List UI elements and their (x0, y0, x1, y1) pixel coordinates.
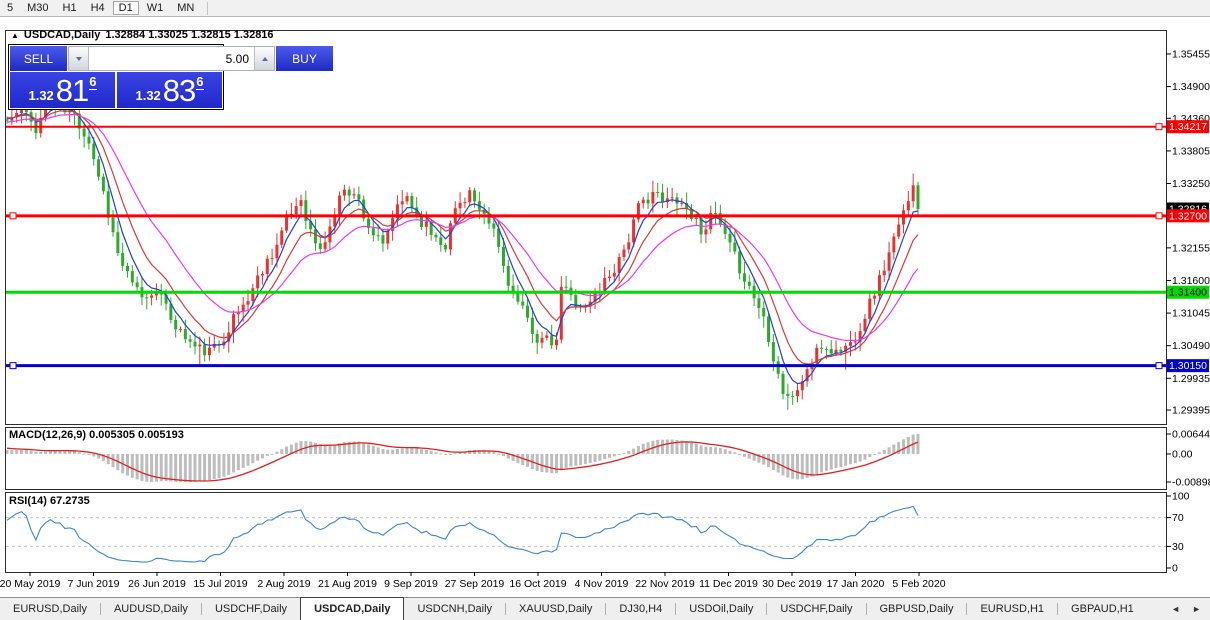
date-axis-label: 5 Feb 2020 (892, 578, 945, 590)
tab-5-XAUUSD-Daily[interactable]: XAUUSD,Daily (506, 598, 605, 620)
buy-button[interactable]: BUY (276, 46, 333, 71)
tab-4-USDCNH-Daily[interactable]: USDCNH,Daily (404, 598, 505, 620)
line-price-badge: 1.30150 (1169, 360, 1207, 372)
chart-title: ▲ USDCAD,Daily 1.32884 1.33025 1.32815 1… (11, 29, 274, 41)
sell-price-pipette: 6 (89, 75, 96, 90)
price-axis-label: 1.33805 (1172, 145, 1210, 157)
price-axis-label: 1.29935 (1172, 373, 1210, 385)
price-axis-label: 1.30490 (1172, 340, 1210, 352)
date-axis-label: 4 Nov 2019 (575, 578, 629, 590)
date-axis-label: 27 Sep 2019 (445, 578, 505, 590)
price-axis-label: 1.33250 (1172, 178, 1210, 190)
sell-price-display[interactable]: 1.32 81 6 (10, 72, 115, 108)
line-price-badge: 1.34217 (1169, 121, 1207, 133)
date-axis-label: 20 May 2019 (0, 578, 61, 590)
tab-6-DJ30-H4[interactable]: DJ30,H4 (606, 598, 675, 620)
buy-price-prefix: 1.32 (135, 88, 160, 103)
line-handle[interactable] (10, 213, 16, 219)
price-axis-label: 1.29395 (1172, 405, 1210, 417)
date-axis-label: 16 Oct 2019 (509, 578, 566, 590)
rsi-label: RSI(14) 67.2735 (9, 495, 90, 507)
date-axis-label: 22 Nov 2019 (635, 578, 695, 590)
timeframe-button-H4[interactable]: H4 (85, 1, 111, 15)
toolbar-separator (207, 2, 208, 15)
chart-tabs-bar: EURUSD,DailyAUDUSD,DailyUSDCHF,DailyUSDC… (0, 597, 1210, 620)
rsi-axis-label: 30 (1172, 541, 1184, 553)
line-handle[interactable] (10, 363, 16, 369)
sell-price-prefix: 1.32 (28, 88, 53, 103)
date-axis-label: 21 Aug 2019 (318, 578, 377, 590)
macd-axis-label: 0.00 (1172, 448, 1193, 460)
line-handle[interactable] (1156, 213, 1162, 219)
tab-scroll-nav: ◄► (1171, 598, 1210, 620)
line-handle[interactable] (1156, 124, 1162, 130)
tab-2-USDCHF-Daily[interactable]: USDCHF,Daily (202, 598, 300, 620)
date-axis-label: 2 Aug 2019 (257, 578, 310, 590)
one-click-trading-panel: SELL BUY 1.32 81 6 1.32 83 6 (8, 44, 224, 110)
date-axis-label: 7 Jun 2019 (68, 578, 120, 590)
timeframe-button-D1[interactable]: D1 (113, 1, 139, 15)
line-price-badge: 1.31400 (1169, 287, 1207, 299)
timeframe-button-W1[interactable]: W1 (141, 1, 170, 15)
arrow-down-icon (76, 57, 82, 61)
date-axis-label: 17 Jan 2020 (827, 578, 885, 590)
volume-field-group (68, 46, 275, 71)
date-axis-label: 26 Jun 2019 (128, 578, 186, 590)
price-axis-label: 1.31600 (1172, 275, 1210, 287)
rsi-axis-label: 0 (1172, 563, 1178, 575)
tab-3-USDCAD-Daily[interactable]: USDCAD,Daily (300, 597, 404, 620)
chart-ohlc-values: 1.32884 1.33025 1.32815 1.32816 (105, 29, 273, 41)
tab-0-EURUSD-Daily[interactable]: EURUSD,Daily (0, 598, 100, 620)
tab-9-GBPUSD-Daily[interactable]: GBPUSD,Daily (867, 598, 967, 620)
chart-symbol-label: USDCAD,Daily (24, 29, 100, 41)
sell-price-big: 81 (56, 75, 88, 106)
tab-10-EURUSD-H1[interactable]: EURUSD,H1 (967, 598, 1057, 620)
macd-axis[interactable]: 0.006448 0.00 -0.008982 (1166, 429, 1210, 489)
line-handle[interactable] (1156, 363, 1162, 369)
buy-price-big: 83 (163, 75, 195, 106)
macd-axis-label: -0.008982 (1172, 477, 1210, 489)
sell-button[interactable]: SELL (10, 46, 67, 71)
tab-8-USDCHF-Daily[interactable]: USDCHF,Daily (767, 598, 865, 620)
timeframe-button-M30[interactable]: M30 (21, 1, 54, 15)
timeframe-toolbar: 5M30H1H4D1W1MN (0, 0, 1210, 17)
tab-1-AUDUSD-Daily[interactable]: AUDUSD,Daily (101, 598, 201, 620)
price-axis-label: 1.31045 (1172, 308, 1210, 320)
macd-label: MACD(12,26,9) 0.005305 0.005193 (9, 429, 184, 441)
arrow-up-icon (262, 57, 268, 61)
tab-scroll-right-icon[interactable]: ► (1192, 604, 1201, 614)
rsi-axis-label: 70 (1172, 512, 1184, 524)
volume-input[interactable] (89, 47, 254, 70)
macd-axis-label: 0.006448 (1172, 429, 1210, 441)
rsi-axis-label: 100 (1172, 491, 1190, 503)
timeframe-button-5[interactable]: 5 (1, 1, 19, 15)
volume-decrease-button[interactable] (69, 47, 89, 70)
tab-7-USDOil-Daily[interactable]: USDOil,Daily (676, 598, 766, 620)
buy-price-display[interactable]: 1.32 83 6 (117, 72, 222, 108)
timeframe-button-MN[interactable]: MN (171, 1, 200, 15)
buy-price-pipette: 6 (196, 75, 203, 90)
line-price-badge: 1.32700 (1169, 210, 1207, 222)
date-axis-label: 11 Dec 2019 (699, 578, 758, 590)
date-axis-label: 9 Sep 2019 (384, 578, 438, 590)
date-axis-label: 30 Dec 2019 (762, 578, 822, 590)
timeframe-button-H1[interactable]: H1 (57, 1, 83, 15)
rsi-axis[interactable]: 100 70 30 0 (1166, 491, 1190, 575)
mt4-window: 5M30H1H4D1W1MN 1.354551.349001.343601.33… (0, 0, 1210, 620)
tab-11-GBPAUD-H1[interactable]: GBPAUD,H1 (1058, 598, 1147, 620)
volume-increase-button[interactable] (254, 47, 274, 70)
price-axis-label: 1.32155 (1172, 242, 1210, 254)
price-axis-label: 1.34900 (1172, 81, 1210, 93)
tab-scroll-left-icon[interactable]: ◄ (1171, 604, 1180, 614)
date-axis[interactable]: 20 May 2019 7 Jun 2019 26 Jun 2019 15 Jul 2… (0, 572, 946, 590)
price-axis-label: 1.35455 (1172, 48, 1210, 60)
date-axis-label: 15 Jul 2019 (193, 578, 247, 590)
collapse-panel-icon[interactable]: ▲ (11, 31, 19, 40)
